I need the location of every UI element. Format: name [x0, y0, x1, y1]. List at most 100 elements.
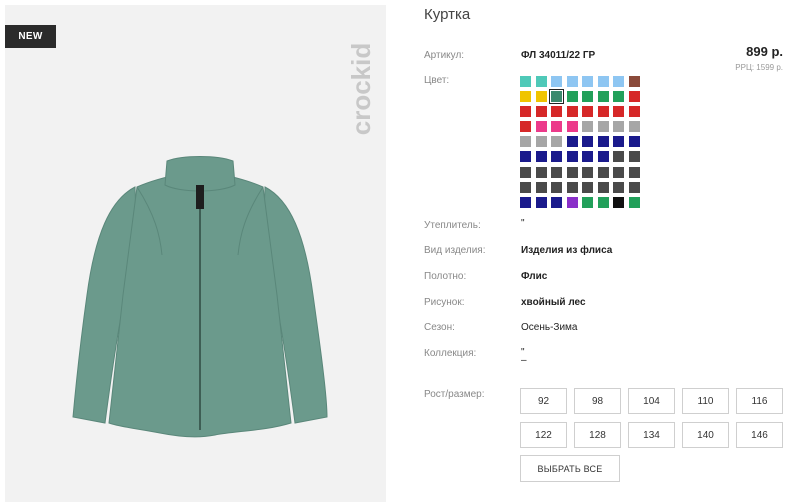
collection-label: Коллекция:: [424, 348, 477, 359]
color-swatch[interactable]: [566, 91, 578, 103]
color-swatch[interactable]: [551, 166, 562, 178]
color-swatch[interactable]: [613, 151, 624, 163]
color-swatch[interactable]: [566, 121, 578, 133]
color-swatch[interactable]: [535, 106, 547, 118]
color-swatch[interactable]: [551, 136, 562, 148]
color-swatch[interactable]: [520, 121, 531, 133]
color-swatch[interactable]: [551, 151, 562, 163]
type-value: Изделия из флиса: [521, 245, 613, 256]
color-swatch[interactable]: [535, 121, 547, 133]
color-swatch[interactable]: [628, 196, 640, 208]
new-badge: NEW: [5, 25, 56, 48]
color-swatch[interactable]: [628, 106, 640, 118]
color-swatch[interactable]: [520, 151, 531, 163]
color-swatch[interactable]: [551, 181, 562, 193]
color-swatch[interactable]: [628, 91, 640, 103]
color-swatch[interactable]: [582, 181, 593, 193]
size-grid: 92 98 104 110 116 122 128 134 140 146: [520, 388, 783, 448]
color-swatch[interactable]: [520, 166, 531, 178]
size-button[interactable]: 116: [736, 388, 783, 414]
color-swatch[interactable]: [613, 196, 624, 208]
color-swatch[interactable]: [551, 106, 562, 118]
color-swatch[interactable]: [520, 91, 531, 103]
color-swatch[interactable]: [613, 121, 624, 133]
color-swatch[interactable]: [520, 136, 531, 148]
color-swatch[interactable]: [582, 91, 593, 103]
size-button[interactable]: 104: [628, 388, 675, 414]
color-swatch[interactable]: [551, 196, 562, 208]
color-swatch[interactable]: [582, 196, 593, 208]
color-swatch[interactable]: [597, 106, 609, 118]
color-swatch[interactable]: [582, 151, 593, 163]
color-swatch[interactable]: [566, 151, 578, 163]
color-swatch[interactable]: [520, 76, 531, 87]
color-swatch[interactable]: [597, 91, 609, 103]
color-swatch[interactable]: [613, 106, 624, 118]
collection-value-2: –: [521, 355, 527, 366]
color-swatch[interactable]: [535, 151, 547, 163]
color-swatch[interactable]: [597, 121, 609, 133]
color-swatch[interactable]: [551, 121, 562, 133]
color-swatch[interactable]: [566, 196, 578, 208]
color-swatch[interactable]: [535, 196, 547, 208]
color-swatch[interactable]: [566, 181, 578, 193]
color-swatch[interactable]: [628, 151, 640, 163]
color-swatch[interactable]: [535, 76, 547, 87]
color-swatch[interactable]: [549, 89, 564, 105]
size-button[interactable]: 128: [574, 422, 621, 448]
color-swatch[interactable]: [628, 166, 640, 178]
color-swatch[interactable]: [566, 76, 578, 87]
color-swatch[interactable]: [613, 76, 624, 87]
color-swatch[interactable]: [535, 166, 547, 178]
color-swatch[interactable]: [613, 136, 624, 148]
size-button[interactable]: 122: [520, 422, 567, 448]
size-button[interactable]: 146: [736, 422, 783, 448]
type-label: Вид изделия:: [424, 245, 486, 256]
color-swatch[interactable]: [613, 91, 624, 103]
color-swatch[interactable]: [582, 106, 593, 118]
color-swatch[interactable]: [628, 181, 640, 193]
color-swatch[interactable]: [582, 136, 593, 148]
fabric-value: Флис: [521, 271, 548, 282]
color-swatch[interactable]: [582, 166, 593, 178]
insulation-label: Утеплитель:: [424, 220, 481, 231]
color-swatch[interactable]: [520, 106, 531, 118]
size-button[interactable]: 134: [628, 422, 675, 448]
jacket-image: [72, 156, 328, 438]
color-swatch[interactable]: [597, 76, 609, 87]
size-button[interactable]: 92: [520, 388, 567, 414]
color-swatch[interactable]: [551, 76, 562, 87]
season-label: Сезон:: [424, 322, 455, 333]
size-button[interactable]: 140: [682, 422, 729, 448]
color-swatch[interactable]: [582, 76, 593, 87]
color-swatch[interactable]: [520, 181, 531, 193]
color-swatch[interactable]: [597, 181, 609, 193]
color-swatch-grid: [520, 76, 640, 208]
color-swatch[interactable]: [597, 151, 609, 163]
price: 899 р.: [746, 44, 783, 59]
color-swatch[interactable]: [566, 106, 578, 118]
color-swatch[interactable]: [613, 166, 624, 178]
size-button[interactable]: 110: [682, 388, 729, 414]
size-button[interactable]: 98: [574, 388, 621, 414]
color-swatch[interactable]: [597, 196, 609, 208]
color-swatch[interactable]: [566, 166, 578, 178]
pattern-label: Рисунок:: [424, 297, 465, 308]
color-swatch[interactable]: [582, 121, 593, 133]
color-swatch[interactable]: [566, 136, 578, 148]
color-swatch[interactable]: [613, 181, 624, 193]
color-swatch[interactable]: [520, 196, 531, 208]
fabric-label: Полотно:: [424, 271, 467, 282]
season-value: Осень-Зима: [521, 322, 578, 333]
color-swatch[interactable]: [597, 166, 609, 178]
color-swatch[interactable]: [597, 136, 609, 148]
color-swatch[interactable]: [628, 136, 640, 148]
select-all-sizes-button[interactable]: ВЫБРАТЬ ВСЕ: [520, 455, 620, 482]
brand-logo: crockid: [343, 19, 383, 159]
color-swatch[interactable]: [535, 181, 547, 193]
color-swatch[interactable]: [535, 136, 547, 148]
color-swatch[interactable]: [628, 76, 640, 87]
brand-logo-text: crockid: [346, 43, 376, 136]
color-swatch[interactable]: [628, 121, 640, 133]
color-swatch[interactable]: [535, 91, 547, 103]
